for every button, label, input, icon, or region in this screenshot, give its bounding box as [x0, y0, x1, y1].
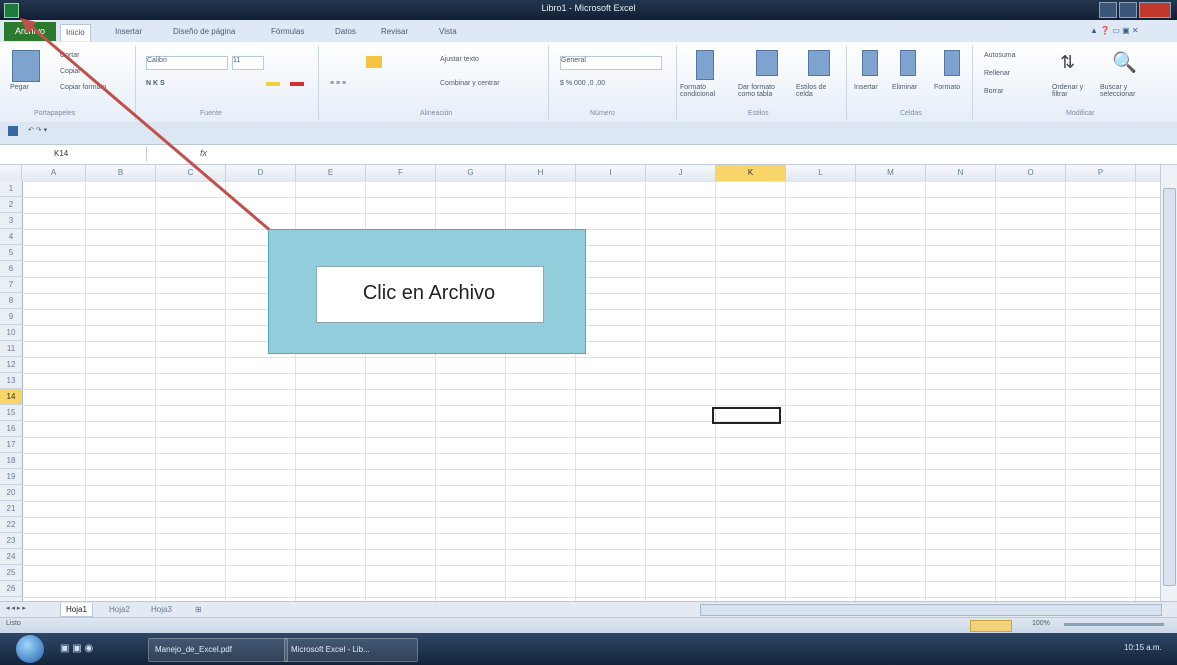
callout-arrow [20, 18, 273, 234]
callout-text: Clic en Archivo [362, 282, 496, 304]
